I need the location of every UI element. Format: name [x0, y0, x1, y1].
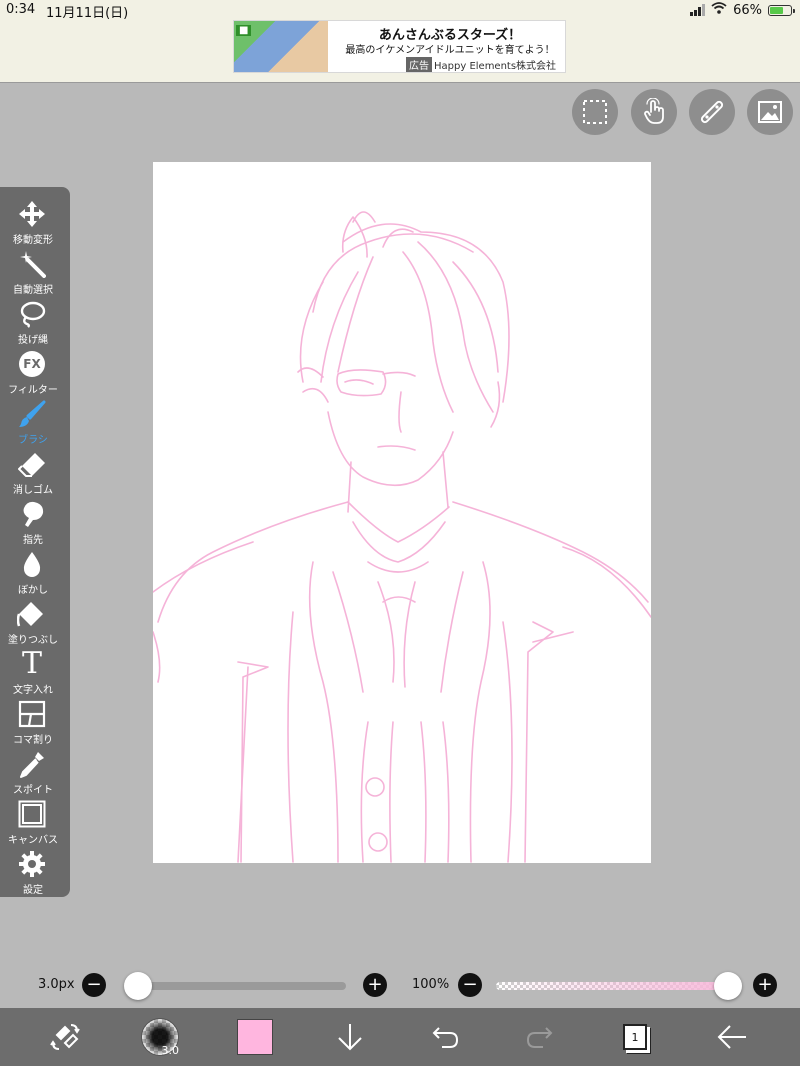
status-time: 0:34: [6, 2, 36, 17]
touch-button[interactable]: [631, 89, 677, 135]
brush-preview-button[interactable]: 3.0: [137, 1014, 183, 1060]
swap-brush-eraser-icon: [50, 1024, 80, 1050]
fx-icon: FX: [17, 349, 47, 379]
frame-icon: [17, 699, 47, 729]
back-button[interactable]: [709, 1014, 755, 1060]
tool-fill[interactable]: 塗りつぶし: [0, 597, 66, 647]
down-arrow-button[interactable]: [327, 1014, 373, 1060]
ad-description[interactable]: 最高のイケメンアイドルユニットを育てよう！: [338, 41, 562, 56]
touch-icon: [644, 98, 664, 124]
undo-icon: [432, 1027, 459, 1048]
tool-lasso[interactable]: 投げ縄: [0, 297, 66, 347]
top-bar: 0:34 11月11日(日) 66% ■ あんさんぶるスターズ！ 最高のイケメン…: [0, 0, 800, 83]
ad-banner[interactable]: ■ あんさんぶるスターズ！ 最高のイケメンアイドルユニットを育てよう！ 広告 H…: [233, 20, 566, 73]
text-icon-glyph: T: [21, 646, 42, 681]
arrow-left-icon: [717, 1025, 746, 1049]
signal-icon: [690, 4, 706, 16]
tool-label: ぼかし: [18, 585, 48, 596]
color-swatch: [237, 1019, 273, 1055]
status-indicators: 66%: [690, 2, 795, 18]
brush-preview-size: 3.0: [161, 1044, 180, 1057]
gear-icon: [17, 849, 47, 879]
arrow-down-icon: [338, 1024, 362, 1051]
size-minus-button[interactable]: −: [82, 973, 106, 997]
drawing-canvas[interactable]: [153, 162, 651, 863]
tool-label: 設定: [23, 885, 43, 896]
ad-badge: 広告: [406, 57, 432, 72]
opacity-plus-button[interactable]: +: [753, 973, 777, 997]
tool-label: コマ割り: [13, 735, 53, 746]
size-plus-button[interactable]: +: [363, 973, 387, 997]
tool-label: スポイト: [13, 785, 53, 796]
redo-button[interactable]: [517, 1014, 563, 1060]
lasso-icon: [17, 299, 47, 329]
battery-percent: 66%: [733, 2, 762, 18]
image-button[interactable]: [747, 89, 793, 135]
brush-icon: [17, 399, 47, 429]
opacity-minus-button[interactable]: −: [458, 973, 482, 997]
magic-wand-icon: [17, 249, 47, 279]
fx-icon-text: FX: [19, 351, 45, 377]
battery-icon: [768, 4, 795, 16]
eraser-icon: [17, 449, 47, 479]
brush-size-slider[interactable]: [124, 972, 346, 1000]
tool-label: 塗りつぶし: [7, 635, 59, 646]
undo-button[interactable]: [422, 1014, 468, 1060]
tool-text[interactable]: T 文字入れ: [0, 647, 66, 697]
tool-settings[interactable]: 設定: [0, 847, 66, 897]
tool-label: 指先: [23, 535, 43, 546]
ad-thumbnail[interactable]: ■: [234, 21, 328, 72]
ruler-button[interactable]: [689, 89, 735, 135]
tool-label: ブラシ: [18, 435, 48, 446]
tool-label: 自動選択: [13, 285, 53, 296]
move-icon: [17, 199, 47, 229]
blur-icon: [17, 549, 47, 579]
text-icon: T: [17, 649, 47, 679]
brush-preview: 3.0: [141, 1018, 180, 1057]
left-toolbar: 移動変形 自動選択 投げ縄 FX フィルター ブラシ 消しゴム 指先 ぼかし 塗…: [0, 187, 70, 897]
brush-opacity-knob[interactable]: [714, 972, 742, 1000]
tool-move[interactable]: 移動変形: [0, 197, 66, 247]
image-icon: [758, 101, 782, 123]
tool-label: フィルター: [8, 385, 58, 396]
brush-size-knob[interactable]: [124, 972, 152, 1000]
ad-company[interactable]: Happy Elements株式会社: [434, 57, 556, 72]
color-button[interactable]: [232, 1014, 278, 1060]
finger-icon: [17, 499, 47, 529]
tool-blur[interactable]: ぼかし: [0, 547, 66, 597]
tool-frame[interactable]: コマ割り: [0, 697, 66, 747]
ad-thumbnail-tag: ■: [236, 25, 252, 36]
brush-opacity-slider[interactable]: [496, 972, 742, 1000]
selection-button[interactable]: [572, 89, 618, 135]
layers-button[interactable]: 1: [612, 1014, 658, 1060]
tool-label: 移動変形: [13, 235, 53, 246]
tool-filter[interactable]: FX フィルター: [0, 347, 66, 397]
eyedropper-icon: [17, 749, 47, 779]
tool-eraser[interactable]: 消しゴム: [0, 447, 66, 497]
brush-opacity-value: 100%: [412, 977, 450, 992]
wifi-icon: [711, 2, 727, 18]
brush-slider-row: 3.0px − + 100% − +: [0, 972, 800, 1000]
redo-icon: [526, 1027, 553, 1048]
selection-icon: [583, 100, 607, 124]
brush-size-value: 3.0px: [38, 977, 75, 992]
fill-icon: [17, 599, 47, 629]
tool-label: キャンバス: [8, 835, 58, 846]
status-date: 11月11日(日): [46, 6, 129, 21]
ruler-icon: [700, 100, 724, 124]
tool-auto-select[interactable]: 自動選択: [0, 247, 66, 297]
canvas-icon: [17, 799, 47, 829]
tool-label: 文字入れ: [13, 685, 53, 696]
sketch-drawing: [153, 211, 651, 863]
tool-eyedropper[interactable]: スポイト: [0, 747, 66, 797]
bottom-bar: 3.0 1: [0, 1008, 800, 1066]
swap-tool-button[interactable]: [42, 1014, 88, 1060]
tool-label: 消しゴム: [13, 485, 53, 496]
tool-finger[interactable]: 指先: [0, 497, 66, 547]
tool-label: 投げ縄: [18, 335, 48, 346]
tool-brush[interactable]: ブラシ: [0, 397, 66, 447]
layer-count: 1: [623, 1024, 647, 1050]
tool-canvas[interactable]: キャンバス: [0, 797, 66, 847]
